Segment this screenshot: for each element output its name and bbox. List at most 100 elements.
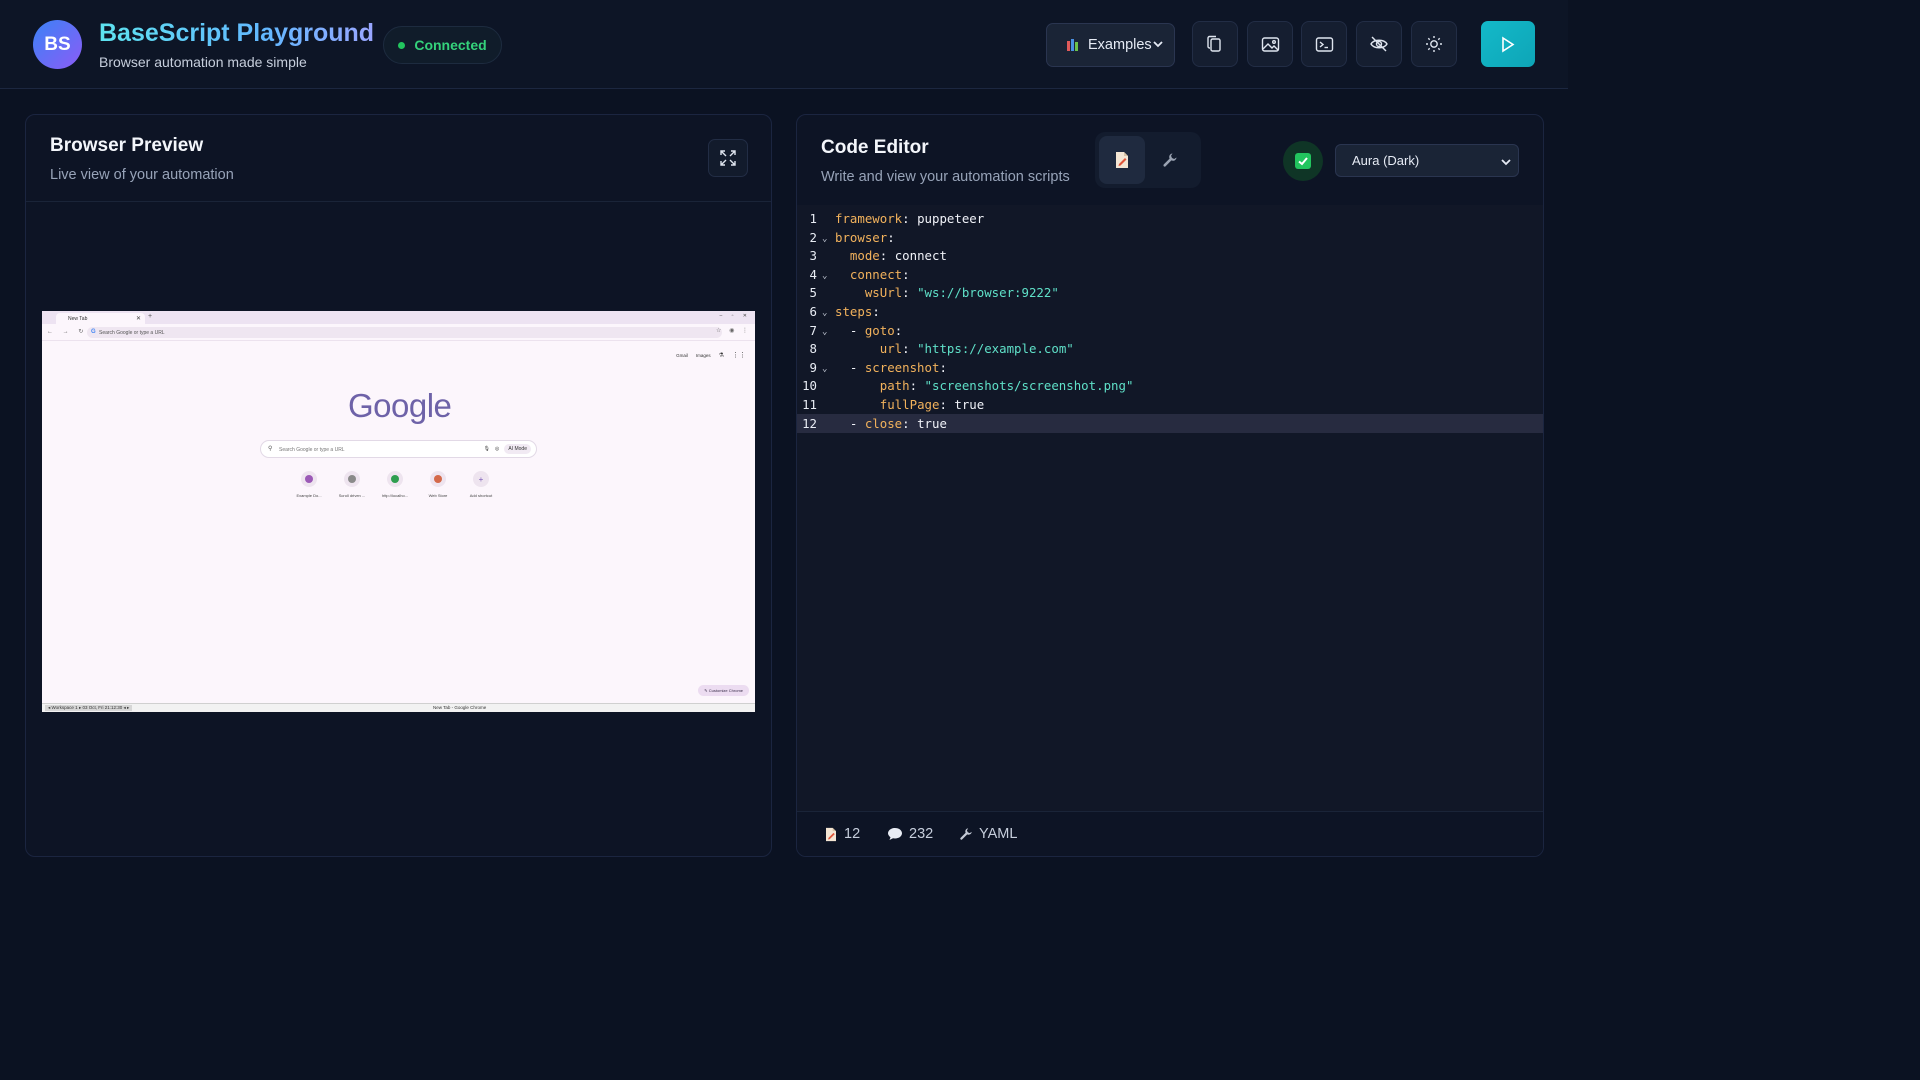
code-text: mode: connect: [849, 248, 947, 264]
toggle-visibility-button[interactable]: [1356, 21, 1402, 67]
editor-mode-toggle: [1095, 132, 1201, 188]
shortcut-tile: Example Do...: [295, 471, 323, 498]
code-text: - screenshot:: [835, 359, 947, 375]
yaml-key: mode: [849, 248, 880, 264]
customize-chrome-button: ✎ Customize Chrome: [698, 685, 749, 696]
line-number: 6: [809, 304, 817, 319]
language-value: YAML: [979, 826, 1018, 842]
line-number: 7: [809, 322, 817, 338]
fold-chevron-icon[interactable]: ⌄: [822, 364, 827, 374]
code-line[interactable]: 7 ⌄ - goto:: [797, 321, 1543, 340]
taskbar-workspace: ◂ Workspace 1 ▸ 03 Oct, Fri 21:12:30 ◂ ▸: [45, 705, 133, 711]
screenshot-button[interactable]: [1247, 21, 1293, 67]
yaml-key: goto: [864, 322, 895, 338]
code-line[interactable]: 4 ⌄ connect:: [797, 265, 1543, 284]
run-button[interactable]: [1481, 21, 1535, 67]
browser-screenshot[interactable]: New Tab ✕ + – ▫ ✕ ← → ↻ G Search Google …: [42, 311, 755, 712]
google-shortcuts: Example Do... Scroll driven ... http://l…: [295, 471, 495, 498]
status-dot-icon: [398, 41, 406, 49]
editor-status-bar: 12 232 YAML: [797, 811, 1543, 856]
examples-dropdown[interactable]: Examples: [1046, 23, 1175, 67]
plus-icon: +: [148, 313, 153, 320]
fold-chevron-icon[interactable]: ⌄: [822, 234, 827, 244]
code-line[interactable]: 3 mode: connect: [797, 246, 1543, 265]
yaml-key: browser: [835, 229, 888, 245]
examples-label: Examples: [1088, 37, 1152, 53]
taskbar-window-title: New Tab - Google Chrome: [433, 705, 487, 710]
theme-toggle-button[interactable]: [1411, 21, 1457, 67]
copy-icon: [1207, 35, 1221, 52]
code-line[interactable]: 2 ⌄ browser:: [797, 228, 1543, 247]
fold-chevron-icon[interactable]: ⌄: [822, 327, 827, 337]
microphone-icon: 🎙: [483, 446, 490, 452]
line-number: 8: [809, 341, 817, 357]
code-line[interactable]: 9 ⌄ - screenshot:: [797, 358, 1543, 377]
gmail-link: Gmail: [676, 352, 688, 358]
google-top-links: Gmail Images ⚗ ⋮⋮: [676, 351, 746, 359]
code-text: - close: true: [835, 415, 947, 431]
yaml-key: fullPage: [879, 397, 940, 412]
fold-chevron-icon[interactable]: ⌄: [822, 271, 827, 281]
line-number: 11: [802, 397, 817, 412]
yaml-value: "ws://browser:9222": [917, 285, 1059, 301]
code-editor[interactable]: 1 framework: puppeteer 2 ⌄ browser: 3 mode: c…: [797, 205, 1543, 811]
line-number: 12: [802, 415, 817, 431]
browser-preview-panel: Browser Preview Live view of your automa…: [25, 114, 772, 857]
shortcut-favicon-icon: [391, 475, 399, 483]
expand-icon: [720, 150, 736, 166]
code-text: wsUrl: "ws://browser:9222": [864, 285, 1059, 301]
code-line[interactable]: 5 wsUrl: "ws://browser:9222": [797, 283, 1543, 302]
yaml-value: "screenshots/screenshot.png": [924, 378, 1134, 394]
browser-toolbar: ← → ↻ G Search Google or type a URL ☆ ◉ …: [42, 324, 755, 341]
line-number: 5: [809, 285, 817, 301]
builder-mode-button[interactable]: [1147, 136, 1193, 184]
theme-select[interactable]: Aura (Dark): [1335, 144, 1519, 177]
code-text: framework: puppeteer: [835, 211, 985, 226]
chevron-down-icon: [1501, 159, 1511, 166]
search-placeholder: Search Google or type a URL: [279, 447, 345, 453]
camera-icon: ◎: [495, 446, 500, 452]
code-line[interactable]: 11 fullPage: true: [797, 395, 1543, 414]
google-logo: Google: [348, 387, 452, 424]
wrench-icon: [1163, 153, 1177, 167]
fold-chevron-icon[interactable]: ⌄: [822, 308, 827, 318]
labs-icon: ⚗: [718, 352, 724, 359]
shortcut-tile: + Add shortcut: [467, 471, 495, 498]
code-line[interactable]: 8 url: "https://example.com": [797, 339, 1543, 358]
yaml-key: wsUrl: [864, 285, 903, 301]
shortcut-tile: http://localho...: [381, 471, 409, 498]
panel-title: Code Editor: [821, 137, 929, 158]
speech-bubble-icon: [888, 828, 902, 840]
browser-tab-title: New Tab: [68, 316, 88, 322]
fullscreen-button[interactable]: [708, 139, 748, 177]
check-icon: [1295, 153, 1311, 169]
app-subtitle: Browser automation made simple: [99, 54, 307, 70]
script-mode-button[interactable]: [1099, 136, 1145, 184]
console-button[interactable]: [1301, 21, 1347, 67]
code-line[interactable]: 6 ⌄ steps:: [797, 302, 1543, 321]
yaml-value: connect: [894, 248, 947, 264]
copy-button[interactable]: [1192, 21, 1238, 67]
sun-icon: [1426, 36, 1442, 52]
code-line[interactable]: 10 path: "screenshots/screenshot.png": [797, 376, 1543, 395]
code-line[interactable]: 12 - close: true: [797, 413, 1543, 433]
line-number: 9: [809, 359, 817, 375]
image-icon: [1261, 36, 1279, 52]
panel-subtitle: Write and view your automation scripts: [821, 169, 1070, 185]
code-text: browser:: [835, 229, 895, 245]
yaml-key: close: [864, 415, 903, 431]
search-icon: ⚲: [268, 446, 273, 452]
browser-tabbar: New Tab ✕ + – ▫ ✕: [42, 311, 755, 324]
apps-grid-icon: ⋮⋮: [732, 352, 746, 359]
connection-status-label: Connected: [414, 37, 487, 53]
code-line[interactable]: 1 framework: puppeteer: [797, 209, 1543, 228]
divider: [26, 201, 771, 202]
panel-title: Browser Preview: [50, 135, 204, 156]
shortcut-favicon-icon: [305, 475, 313, 483]
chevron-down-icon: [1153, 41, 1163, 48]
validation-status-badge: [1283, 141, 1323, 181]
browser-menu-icon: ☆ ◉ ⋮: [716, 328, 751, 334]
code-text: fullPage: true: [879, 397, 985, 412]
yaml-key: connect: [849, 266, 903, 282]
shortcut-favicon-icon: [348, 475, 356, 483]
